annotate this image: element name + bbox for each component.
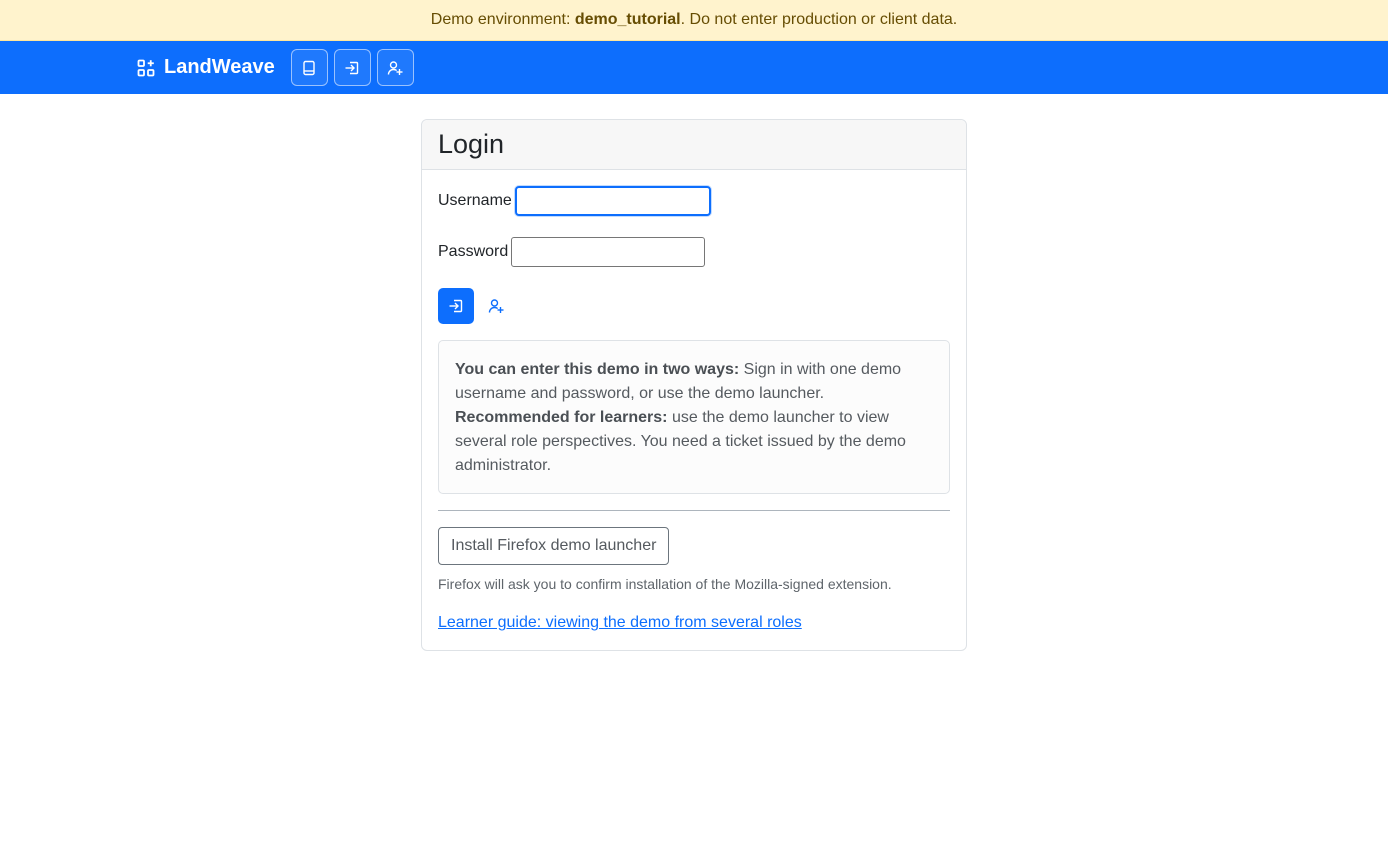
docs-button[interactable] <box>290 49 328 86</box>
login-icon <box>449 299 463 313</box>
password-label: Password <box>438 243 509 260</box>
brand-name: LandWeave <box>164 56 275 78</box>
install-launcher-button[interactable]: Install Firefox demo launcher <box>438 527 670 565</box>
page-title: Login <box>438 129 505 159</box>
book-icon <box>303 60 315 75</box>
username-field[interactable] <box>514 186 711 216</box>
brand-link[interactable]: LandWeave <box>137 56 275 79</box>
demo-info-box: You can enter this demo in two ways: Sig… <box>438 340 950 494</box>
login-icon <box>345 61 359 74</box>
person-plus-icon <box>388 60 403 75</box>
register-link[interactable] <box>488 298 504 314</box>
person-plus-icon <box>488 299 504 313</box>
nav-register-button[interactable] <box>376 49 414 86</box>
banner-suffix: . Do not enter production or client data… <box>680 11 958 28</box>
username-row: Username <box>438 186 711 216</box>
password-row: Password <box>438 237 706 267</box>
top-navbar: LandWeave <box>0 41 1388 94</box>
username-label: Username <box>438 192 512 209</box>
password-field[interactable] <box>511 237 706 267</box>
login-card: Login Username Password You can enter th… <box>421 119 967 651</box>
info-line2-bold: Recommended for learners: <box>455 409 668 426</box>
banner-prefix: Demo environment: <box>430 11 575 28</box>
nav-login-button[interactable] <box>333 49 371 86</box>
login-submit-button[interactable] <box>438 288 474 324</box>
info-line1-bold: You can enter this demo in two ways: <box>455 361 740 378</box>
learner-guide-link[interactable]: Learner guide: viewing the demo from sev… <box>438 614 802 632</box>
grid-plus-icon <box>137 59 155 76</box>
divider <box>438 510 950 511</box>
install-note: Firefox will ask you to confirm installa… <box>438 576 892 592</box>
banner-env-name: demo_tutorial <box>574 11 681 28</box>
demo-environment-banner: Demo environment: demo_tutorial. Do not … <box>0 0 1388 41</box>
login-card-header: Login <box>422 120 966 170</box>
